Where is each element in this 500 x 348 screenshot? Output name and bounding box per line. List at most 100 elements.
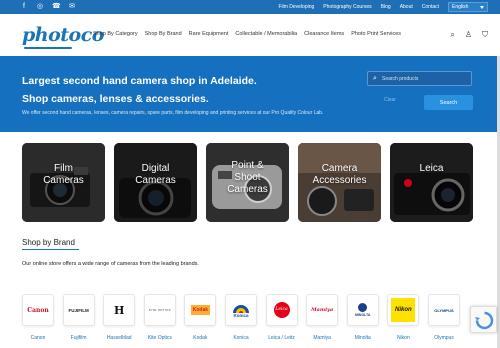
tile-label-line2: Cameras [43,175,84,186]
hero-banner: Largest second hand camera shop in Adela… [0,56,497,132]
brand-name[interactable]: Olympus [428,335,460,341]
tile-label-line3: Cameras [227,184,268,195]
konica-logo: Konica [233,312,249,318]
brand-name[interactable]: Minolta [347,335,379,341]
brand-name[interactable]: Konica [225,335,257,341]
clear-button[interactable]: Clear [384,97,396,103]
hasselblad-logo: H [113,303,125,317]
tile-label-line1: Leica [419,163,444,174]
minolta-logo-mark [358,303,368,312]
social-links: f ◎ ☎ ✉ [20,2,76,11]
brand-mamiya[interactable]: Mamiya Mamiya [306,294,339,341]
nav-shop-by-category[interactable]: Shop By Category [93,31,138,37]
brand-name[interactable]: Kite Optics [144,335,176,341]
konica-logo-mark [232,304,249,313]
shop-by-brand-description: Our online store offers a wide range of … [22,261,199,267]
tile-label: Digital Cameras [114,163,197,187]
recaptcha-badge[interactable] [470,306,497,333]
leica-logo: Leica [273,302,290,318]
account-icon[interactable]: ♙ [465,30,472,40]
language-select[interactable]: English [448,2,488,12]
shop-by-brand-heading: Shop by Brand [22,238,75,247]
tile-leica[interactable]: Leica [390,143,473,222]
tile-label-line2: Shoot [234,172,261,183]
hero-headline-line2: Shop cameras, lenses & accessories. [22,93,209,105]
kodak-logo: Kodak [190,305,211,315]
brand-logo-box: Canon [22,294,54,326]
brand-canon[interactable]: Canon Canon [22,294,54,341]
brand-logo-box: H [103,294,136,326]
search-icon[interactable]: ⌕ [450,30,454,40]
mamiya-logo: Mamiya [311,307,334,313]
nav-clearance[interactable]: Clearance Items [304,31,344,37]
utility-links: Film Developing Photography Courses Blog… [269,0,488,14]
tile-film-cameras[interactable]: Film Cameras [22,143,105,222]
tile-digital-cameras[interactable]: Digital Cameras [114,143,197,222]
product-search-box: ⌕ [367,71,472,86]
search-input[interactable] [382,74,467,84]
site-header: photoco Shop By Category Shop By Brand R… [0,14,500,56]
search-button[interactable]: Search [424,95,473,110]
brand-logo-box: Kodak [184,294,217,326]
header-icons: ⌕ ♙ ⛉ [450,30,488,40]
brand-logo-box: Konica [224,294,257,326]
brand-konica[interactable]: Konica Konica [224,294,257,341]
link-contact[interactable]: Contact [422,4,439,10]
brand-leica[interactable]: Leica Leica / Leitz [265,294,298,341]
brand-logo-box: OLYMPUS [427,294,460,326]
brand-hasselblad[interactable]: H Hasselblad [103,294,136,341]
brand-name[interactable]: Nikon [387,335,419,341]
brand-logo-box: Leica [265,294,298,326]
brand-logo-box: MINOLTA [346,294,379,326]
link-photography-courses[interactable]: Photography Courses [323,4,371,10]
link-blog[interactable]: Blog [381,4,391,10]
tile-label-line1: Film [54,163,73,174]
tile-label-line1: Point & [231,160,264,171]
main-nav: Shop By Category Shop By Brand Rare Equi… [93,31,408,37]
tile-label-line2: Accessories [312,175,367,186]
brand-name[interactable]: Mamiya [306,335,338,341]
brand-name[interactable]: Fujifilm [63,335,95,341]
tile-point-shoot-cameras[interactable]: Point & Shoot Cameras [206,143,289,222]
brand-logo-box: Mamiya [306,294,339,326]
tile-label: Camera Accessories [298,163,381,187]
link-film-developing[interactable]: Film Developing [278,4,314,10]
tile-label-line2: Cameras [135,175,176,186]
hero-subtext: We offer second hand cameras, lenses, ca… [22,110,324,116]
facebook-icon[interactable]: f [20,2,28,11]
brand-fujifilm[interactable]: FUJIFILM Fujifilm [62,294,95,341]
brand-logo-box: FUJIFILM [62,294,95,326]
nav-shop-by-brand[interactable]: Shop By Brand [145,31,182,37]
instagram-icon[interactable]: ◎ [36,2,44,11]
nav-photo-print[interactable]: Photo Print Services [351,31,401,37]
brand-nikon[interactable]: Nikon Nikon [387,294,420,341]
category-tiles: Film Cameras Digital Cameras Point & Sho… [22,143,473,222]
top-utility-bar: f ◎ ☎ ✉ Film Developing Photography Cour… [0,0,500,14]
brand-olympus[interactable]: OLYMPUS Olympus [427,294,460,341]
tile-label: Leica [390,163,473,175]
tile-label-line1: Camera [321,163,358,174]
email-icon[interactable]: ✉ [68,2,76,11]
phone-icon[interactable]: ☎ [52,2,61,11]
brand-name[interactable]: Leica / Leitz [266,335,298,341]
brand-name[interactable]: Hasselblad [103,335,135,341]
tile-label: Film Cameras [22,163,105,187]
photoco-logo[interactable]: photoco [22,24,104,46]
brand-name[interactable]: Canon [22,335,54,341]
brand-name[interactable]: Kodak [184,335,216,341]
hero-headline-line1: Largest second hand camera shop in Adela… [22,75,257,87]
brand-kite-optics[interactable]: KITE OPTICS Kite Optics [143,294,176,341]
brand-minolta[interactable]: MINOLTA Minolta [346,294,379,341]
cart-icon[interactable]: ⛉ [482,30,488,40]
brand-kodak[interactable]: Kodak Kodak [184,294,217,341]
tile-camera-accessories[interactable]: Camera Accessories [298,143,381,222]
logo-underline [24,47,72,49]
link-about[interactable]: About [400,4,413,10]
search-icon: ⌕ [373,75,377,82]
hero-headline: Largest second hand camera shop in Adela… [22,72,322,108]
kite-optics-logo: KITE OPTICS [148,308,171,312]
brand-logo-box: KITE OPTICS [143,294,176,326]
fujifilm-logo: FUJIFILM [68,307,89,313]
nav-rare-equipment[interactable]: Rare Equipment [189,31,229,37]
nav-collectable[interactable]: Collectable / Memorabilia [235,31,297,37]
